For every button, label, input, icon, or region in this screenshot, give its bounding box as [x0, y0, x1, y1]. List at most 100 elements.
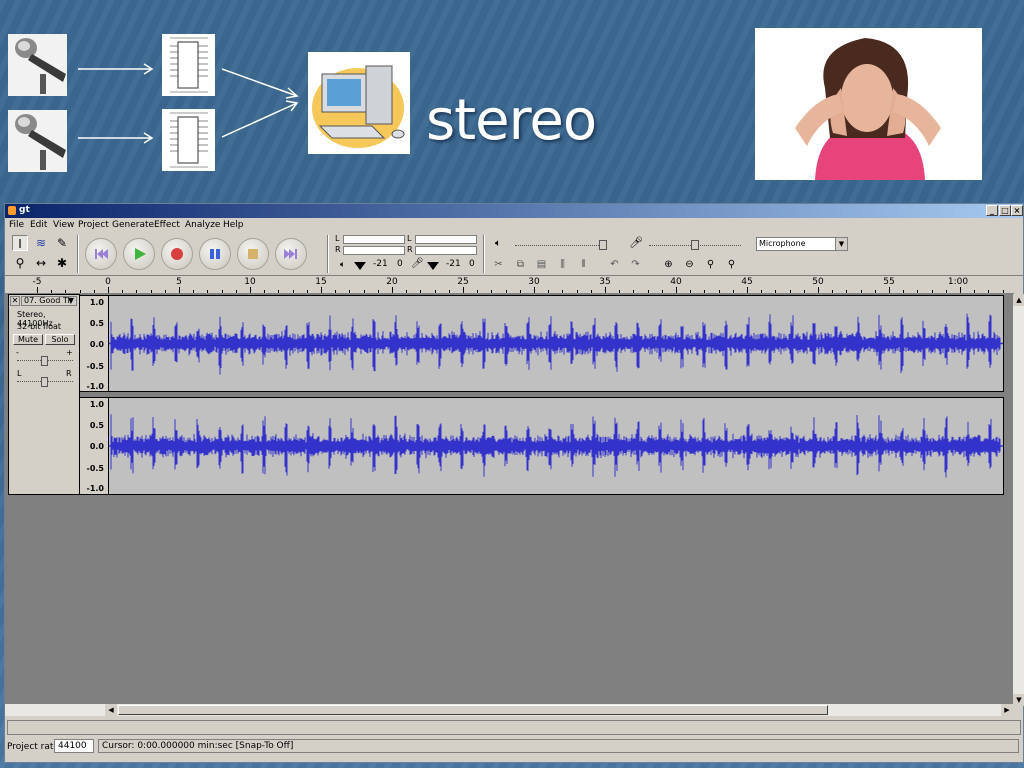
- input-source-value: Microphone: [759, 239, 806, 248]
- scroll-right-button[interactable]: ▶: [1001, 704, 1013, 716]
- app-icon: [8, 206, 16, 215]
- toolbar-separator: [77, 235, 79, 273]
- cursor-status: Cursor: 0:00.000000 min:sec [Snap-To Off…: [98, 739, 1019, 753]
- pan-thumb[interactable]: [41, 377, 48, 387]
- circuit-image-1: [162, 34, 215, 96]
- mic-icon: 🎤︎: [411, 258, 424, 269]
- pause-button[interactable]: [199, 238, 231, 270]
- draw-tool-icon[interactable]: ✎: [54, 235, 70, 251]
- menu-project[interactable]: Project: [78, 220, 109, 230]
- fit-project-icon[interactable]: ⚲: [723, 256, 740, 273]
- gain-slider[interactable]: [17, 356, 73, 366]
- channel-2-waveform[interactable]: [108, 397, 1004, 495]
- menu-generate[interactable]: Generate: [112, 220, 154, 230]
- scale-tick: -1.0: [86, 484, 105, 493]
- track-control-panel: ✕ 07. Good Ti ▼ Stereo, 44100Hz 32-bit f…: [8, 294, 80, 495]
- play-meter-left-label: L: [335, 234, 340, 243]
- ruler-label: 10: [244, 277, 256, 287]
- skip-to-end-button[interactable]: [275, 238, 307, 270]
- vertical-scrollbar[interactable]: ▲ ▼: [1013, 294, 1024, 706]
- chevron-down-icon: ▼: [835, 238, 847, 250]
- menu-bar: File Edit View Project Generate Effect A…: [5, 219, 1023, 232]
- ruler-tick: [292, 290, 294, 293]
- input-volume-slider[interactable]: [649, 240, 741, 250]
- ruler-tick: [534, 287, 535, 293]
- scroll-up-button[interactable]: ▲: [1013, 294, 1024, 306]
- skip-to-start-button[interactable]: [85, 238, 117, 270]
- project-rate-input[interactable]: 44100: [54, 739, 94, 753]
- track-name-menu[interactable]: 07. Good Ti ▼: [21, 296, 77, 306]
- window-titlebar[interactable]: gt _ □ ×: [5, 204, 1023, 218]
- ruler-label: 40: [670, 277, 682, 287]
- timeshift-tool-icon[interactable]: ↔: [33, 255, 49, 271]
- computer-image: [308, 52, 410, 154]
- ruler-tick: [79, 290, 81, 293]
- ruler-tick: [250, 287, 251, 293]
- gain-thumb[interactable]: [41, 356, 48, 366]
- menu-file[interactable]: File: [9, 220, 24, 230]
- input-volume-thumb[interactable]: [691, 240, 699, 250]
- circuit-image-2: [162, 109, 215, 171]
- paste-icon[interactable]: ▤: [533, 256, 550, 273]
- ruler-tick: [690, 290, 692, 293]
- ruler-tick: [676, 287, 677, 293]
- menu-edit[interactable]: Edit: [30, 220, 47, 230]
- zoom-tool-icon[interactable]: ⚲: [12, 255, 28, 271]
- ruler-tick: [960, 287, 961, 293]
- copy-icon[interactable]: ⧉: [512, 256, 529, 273]
- menu-effect[interactable]: Effect: [154, 220, 180, 230]
- cut-icon[interactable]: ✂: [490, 256, 507, 273]
- scroll-down-button[interactable]: ▼: [1013, 694, 1024, 706]
- ruler-tick: [51, 290, 53, 293]
- toolbar-separator: [483, 235, 485, 273]
- ruler-tick: [306, 290, 308, 293]
- stop-button[interactable]: [237, 238, 269, 270]
- ruler-label: 0: [105, 277, 111, 287]
- fit-selection-icon[interactable]: ⚲: [702, 256, 719, 273]
- mute-button[interactable]: Mute: [13, 334, 43, 345]
- record-button[interactable]: [161, 238, 193, 270]
- close-button[interactable]: ×: [1011, 205, 1023, 216]
- ruler-tick: [761, 290, 763, 293]
- undo-icon[interactable]: ↶: [606, 256, 623, 273]
- ruler-label: 1:00: [947, 277, 969, 287]
- selection-tool-icon[interactable]: I: [12, 235, 28, 251]
- rec-meter-tick-max: 0: [469, 259, 475, 269]
- timeline-ruler[interactable]: -5 0 5 10 15 20 25 30 35 40 45 50 55 1:00: [5, 276, 1014, 294]
- pan-slider[interactable]: [17, 377, 73, 387]
- ruler-tick: [619, 290, 621, 293]
- track-close-button[interactable]: ✕: [10, 296, 20, 306]
- ruler-label: 5: [176, 277, 182, 287]
- ruler-tick: [988, 290, 990, 293]
- ruler-tick: [519, 290, 521, 293]
- silence-icon[interactable]: ⫴: [575, 256, 592, 273]
- zoom-in-icon[interactable]: ⊕: [660, 256, 677, 273]
- solo-button[interactable]: Solo: [45, 334, 75, 345]
- output-volume-thumb[interactable]: [599, 240, 607, 250]
- output-volume-slider[interactable]: [515, 240, 607, 250]
- envelope-tool-icon[interactable]: ≋: [33, 235, 49, 251]
- menu-help[interactable]: Help: [223, 220, 244, 230]
- menu-view[interactable]: View: [53, 220, 74, 230]
- ruler-tick: [974, 290, 976, 293]
- scroll-left-button[interactable]: ◀: [105, 704, 117, 716]
- play-button[interactable]: [123, 238, 155, 270]
- channel-1-waveform[interactable]: [108, 295, 1004, 392]
- horizontal-scrollbar[interactable]: ◀ ▶: [5, 704, 1013, 716]
- trim-icon[interactable]: ⫼: [554, 256, 571, 273]
- scroll-thumb[interactable]: [118, 705, 828, 715]
- multi-tool-icon[interactable]: ✱: [54, 255, 70, 271]
- ruler-tick: [931, 290, 933, 293]
- redo-icon[interactable]: ↷: [627, 256, 644, 273]
- ruler-tick: [548, 290, 550, 293]
- menu-analyze[interactable]: Analyze: [185, 220, 220, 230]
- scale-tick: 0.5: [89, 319, 104, 328]
- zoom-out-icon[interactable]: ⊖: [681, 256, 698, 273]
- rec-meter-tick-min: -21: [446, 259, 461, 269]
- minimize-button[interactable]: _: [986, 205, 998, 216]
- rec-meter-left-label: L: [407, 234, 412, 243]
- status-message-box: [7, 720, 1021, 735]
- restore-button[interactable]: □: [999, 205, 1011, 216]
- input-source-select[interactable]: Microphone ▼: [756, 237, 848, 251]
- woman-covering-ears-photo: [755, 28, 982, 180]
